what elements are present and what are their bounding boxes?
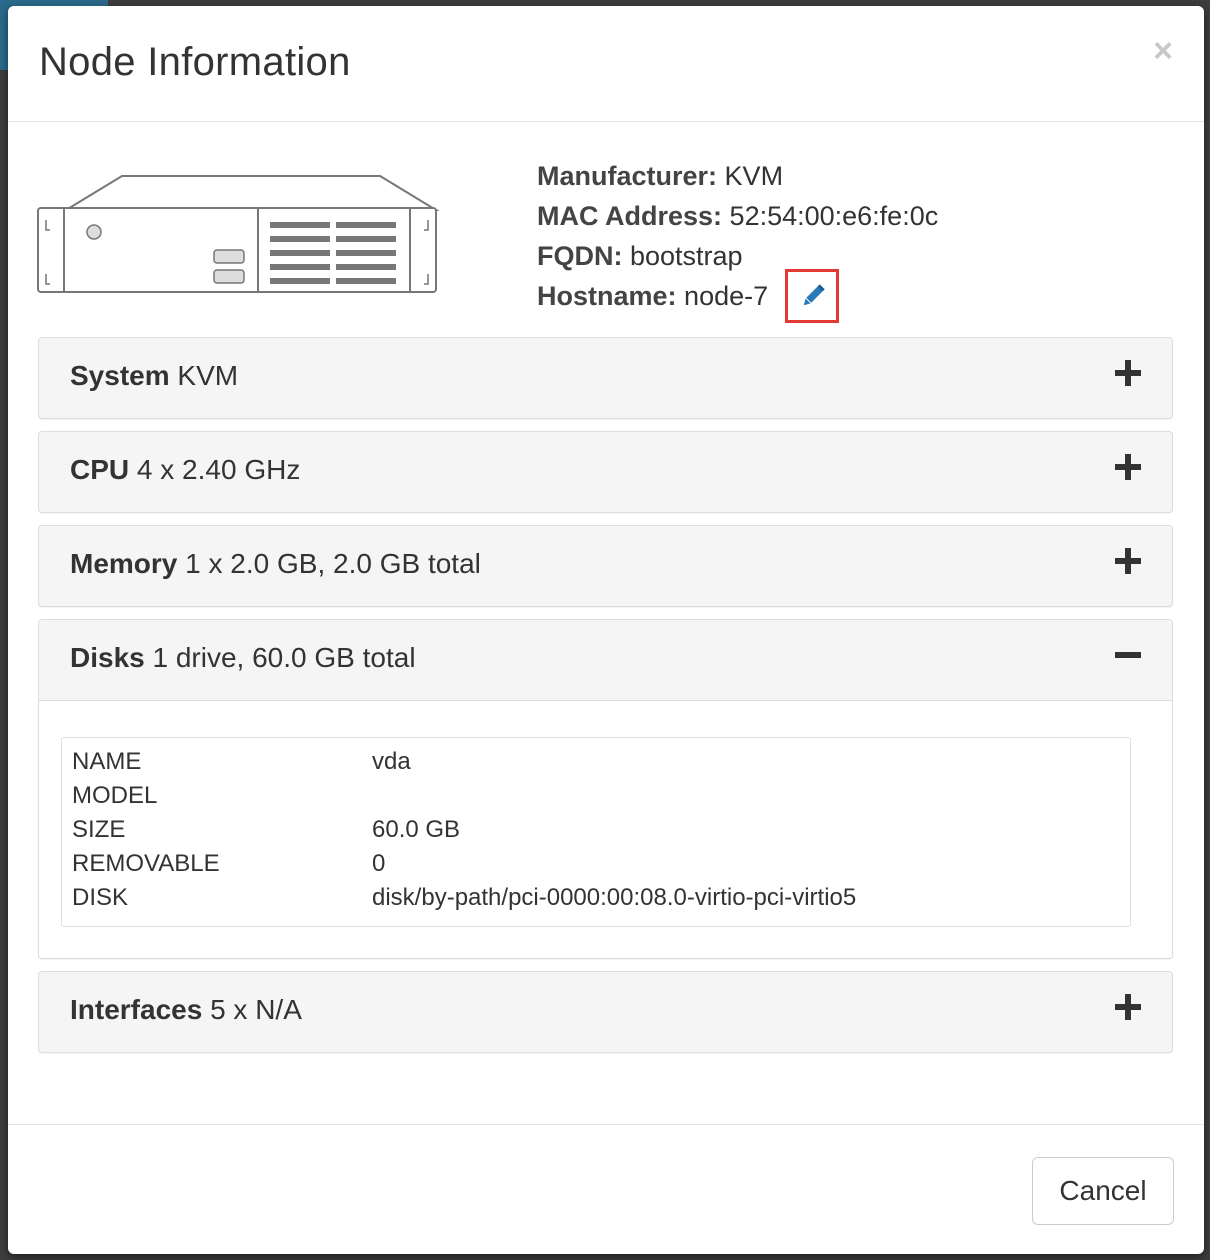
hostname-value: node-7	[684, 281, 769, 311]
disk-field-value: 60.0 GB	[372, 816, 461, 843]
hostname-line: Hostname: node-7	[537, 276, 938, 316]
fqdn-value: bootstrap	[630, 241, 743, 271]
pencil-icon	[803, 284, 825, 306]
memory-panel-header[interactable]: Memory 1 x 2.0 GB, 2.0 GB total	[39, 526, 1172, 606]
disks-panel-header[interactable]: Disks 1 drive, 60.0 GB total	[39, 620, 1172, 701]
cpu-panel-title: CPU 4 x 2.40 GHz	[70, 454, 300, 486]
edit-hostname-button[interactable]	[785, 269, 839, 323]
manufacturer-label: Manufacturer:	[537, 161, 718, 191]
disk-field-value: 0	[372, 850, 386, 877]
cpu-label: CPU	[70, 454, 130, 485]
node-info: Manufacturer: KVM MAC Address: 52:54:00:…	[537, 156, 938, 316]
cpu-panel: CPU 4 x 2.40 GHz	[38, 431, 1173, 513]
modal-footer: Cancel	[8, 1124, 1204, 1254]
expand-plus-icon[interactable]	[1115, 548, 1141, 574]
disks-label: Disks	[70, 642, 145, 673]
disk-field-name: DISK	[72, 884, 129, 911]
disks-summary: 1 drive, 60.0 GB total	[152, 642, 416, 673]
server-rack-icon	[37, 175, 440, 293]
memory-panel-title: Memory 1 x 2.0 GB, 2.0 GB total	[70, 548, 481, 580]
manufacturer-value: KVM	[724, 161, 784, 191]
expand-plus-icon[interactable]	[1115, 454, 1141, 480]
disk-field-name: SIZE	[72, 816, 126, 843]
system-label: System	[70, 360, 170, 391]
interfaces-panel-header[interactable]: Interfaces 5 x N/A	[39, 972, 1172, 1052]
modal-title: Node Information	[39, 40, 351, 84]
memory-label: Memory	[70, 548, 178, 579]
interfaces-summary: 5 x N/A	[210, 994, 302, 1025]
disk-field-name: NAME	[72, 748, 142, 775]
cpu-summary: 4 x 2.40 GHz	[136, 454, 301, 485]
close-button[interactable]: ×	[1146, 34, 1180, 68]
system-panel-title: System KVM	[70, 360, 238, 392]
cpu-panel-header[interactable]: CPU 4 x 2.40 GHz	[39, 432, 1172, 512]
mac-address-line: MAC Address: 52:54:00:e6:fe:0c	[537, 196, 938, 236]
disk-field-value: disk/by-path/pci-0000:00:08.0-virtio-pci…	[372, 884, 857, 911]
memory-summary: 1 x 2.0 GB, 2.0 GB total	[185, 548, 481, 579]
cancel-button[interactable]: Cancel	[1032, 1157, 1174, 1225]
fqdn-label: FQDN:	[537, 241, 623, 271]
expand-plus-icon[interactable]	[1115, 360, 1141, 386]
interfaces-panel: Interfaces 5 x N/A	[38, 971, 1173, 1053]
node-information-dialog: Node Information × Manufacturer: KVM MAC…	[8, 6, 1204, 1254]
interfaces-label: Interfaces	[70, 994, 203, 1025]
disk-details-table: NAME vda MODEL SIZE 60.0 GB REMOVABLE 0 …	[61, 737, 1131, 927]
manufacturer-line: Manufacturer: KVM	[537, 156, 938, 196]
disks-panel-title: Disks 1 drive, 60.0 GB total	[70, 642, 416, 674]
modal-header: Node Information ×	[8, 6, 1204, 122]
mac-address-label: MAC Address:	[537, 201, 723, 231]
mac-address-value: 52:54:00:e6:fe:0c	[729, 201, 939, 231]
system-summary: KVM	[177, 360, 239, 391]
interfaces-panel-title: Interfaces 5 x N/A	[70, 994, 302, 1026]
disk-field-value: vda	[372, 748, 411, 775]
system-panel: System KVM	[38, 337, 1173, 419]
system-panel-header[interactable]: System KVM	[39, 338, 1172, 418]
disks-panel: Disks 1 drive, 60.0 GB total NAME vda MO…	[38, 619, 1173, 959]
disk-field-name: REMOVABLE	[72, 850, 220, 877]
memory-panel: Memory 1 x 2.0 GB, 2.0 GB total	[38, 525, 1173, 607]
disks-panel-body: NAME vda MODEL SIZE 60.0 GB REMOVABLE 0 …	[39, 701, 1172, 957]
fqdn-line: FQDN: bootstrap	[537, 236, 938, 276]
expand-plus-icon[interactable]	[1115, 994, 1141, 1020]
collapse-minus-icon[interactable]	[1115, 642, 1141, 668]
disk-field-name: MODEL	[72, 782, 158, 809]
hostname-label: Hostname:	[537, 281, 677, 311]
